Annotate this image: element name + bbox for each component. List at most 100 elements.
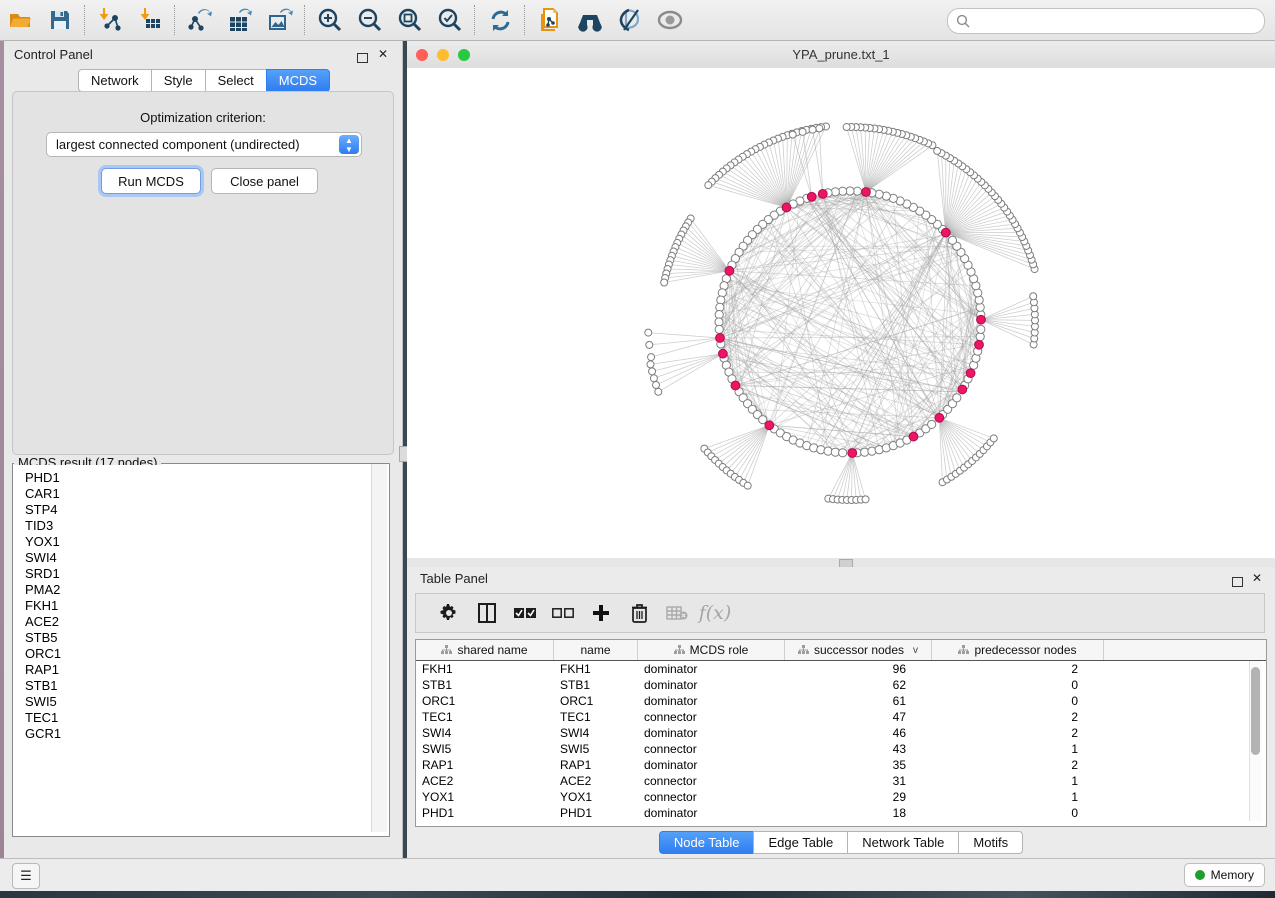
table-cell: 0 [932,694,1104,708]
show-all-button[interactable] [650,3,690,37]
column-header-predecessor-nodes[interactable]: predecessor nodes [932,640,1104,660]
network-canvas[interactable] [407,68,1275,558]
search-box[interactable] [947,8,1265,34]
float-panel-icon[interactable] [357,50,368,68]
table-row[interactable]: SWI5SWI5connector431 [416,741,1266,757]
memory-button[interactable]: Memory [1184,863,1265,887]
table-row[interactable]: RAP1RAP1dominator352 [416,757,1266,773]
table-cell: 47 [785,710,932,724]
table-row[interactable]: SWI4SWI4dominator462 [416,725,1266,741]
show-log-button[interactable]: ☰ [12,863,40,889]
list-item[interactable]: YOX1 [25,534,383,550]
close-panel-button[interactable]: Close panel [211,168,318,194]
list-item[interactable]: GCR1 [25,726,383,742]
table-row[interactable]: PHD1PHD1dominator180 [416,805,1266,821]
list-item[interactable]: ACE2 [25,614,383,630]
new-network-from-selection-button[interactable] [530,3,570,37]
table-cell: 1 [932,774,1104,788]
mcds-result-list: PHD1 CAR1 STP4 TID3 YOX1 SWI4 SRD1 PMA2 … [13,465,383,836]
table-row[interactable]: STB1STB1dominator620 [416,677,1266,693]
table-row[interactable]: TEC1TEC1connector472 [416,709,1266,725]
first-neighbors-button[interactable] [570,3,610,37]
horizontal-splitter[interactable] [407,558,1275,567]
table-cell: SWI4 [416,726,554,740]
zoom-out-button[interactable] [350,3,390,37]
refresh-layout-button[interactable] [480,3,520,37]
deselect-all-button[interactable] [544,598,582,628]
table-cell: dominator [638,726,785,740]
table-cell: 2 [932,726,1104,740]
list-item[interactable]: TID3 [25,518,383,534]
table-cell: 96 [785,662,932,676]
export-network-icon [187,7,213,33]
scrollbar-thumb[interactable] [1251,667,1260,755]
list-item[interactable]: TEC1 [25,710,383,726]
table-row[interactable]: YOX1YOX1connector291 [416,789,1266,805]
control-panel-title: Control Panel [14,47,93,62]
list-item[interactable]: ORC1 [25,646,383,662]
mcds-list-scrollbar[interactable] [371,464,387,832]
table-cell: connector [638,774,785,788]
columns-icon [478,603,496,623]
table-cell: SWI5 [554,742,638,756]
tab-network-table[interactable]: Network Table [847,831,959,854]
import-table-button[interactable] [130,3,170,37]
table-row[interactable]: ACE2ACE2connector311 [416,773,1266,789]
list-item[interactable]: RAP1 [25,662,383,678]
save-session-button[interactable] [40,3,80,37]
show-columns-button[interactable] [468,598,506,628]
criterion-dropdown[interactable]: largest connected component (undirected)… [46,132,362,157]
add-row-button[interactable] [582,598,620,628]
tab-edge-table[interactable]: Edge Table [753,831,848,854]
close-panel-icon[interactable]: ✕ [378,49,388,59]
table-scrollbar[interactable] [1249,661,1262,821]
table-cell: RAP1 [416,758,554,772]
list-item[interactable]: SWI4 [25,550,383,566]
zoom-fit-button[interactable] [390,3,430,37]
list-item[interactable]: CAR1 [25,486,383,502]
tab-node-table[interactable]: Node Table [659,831,755,854]
tab-motifs[interactable]: Motifs [958,831,1023,854]
tab-select[interactable]: Select [205,69,267,92]
list-item[interactable]: PHD1 [25,470,383,486]
list-item[interactable]: FKH1 [25,598,383,614]
close-panel-icon[interactable]: ✕ [1252,573,1262,583]
import-network-button[interactable] [90,3,130,37]
column-header-shared-name[interactable]: shared name [416,640,554,660]
select-all-button[interactable] [506,598,544,628]
search-input[interactable] [976,13,1256,29]
attribute-icon [958,645,969,655]
float-panel-icon[interactable] [1232,574,1243,592]
network-document-icon [537,7,563,33]
column-settings-button[interactable] [430,598,468,628]
list-item[interactable]: SWI5 [25,694,383,710]
list-item[interactable]: STB1 [25,678,383,694]
list-item[interactable]: STP4 [25,502,383,518]
toolbar-separator [84,5,86,35]
column-header-mcds-role[interactable]: MCDS role [638,640,785,660]
run-mcds-button[interactable]: Run MCDS [101,168,201,194]
open-file-button[interactable] [0,3,40,37]
tab-style[interactable]: Style [151,69,206,92]
export-network-button[interactable] [180,3,220,37]
column-header-successor-nodes[interactable]: successor nodes v [785,640,932,660]
list-item[interactable]: PMA2 [25,582,383,598]
export-table-button[interactable] [220,3,260,37]
list-item[interactable]: SRD1 [25,566,383,582]
hide-selected-button[interactable] [610,3,650,37]
export-table-icon [227,7,253,33]
export-image-button[interactable] [260,3,300,37]
column-header-name[interactable]: name [554,640,638,660]
table-row[interactable]: FKH1FKH1dominator962 [416,661,1266,677]
zoom-selected-button[interactable] [430,3,470,37]
delete-row-button[interactable] [620,598,658,628]
network-graph[interactable] [407,68,1275,558]
table-row[interactable]: ORC1ORC1dominator610 [416,693,1266,709]
toolbar-separator [304,5,306,35]
zoom-in-button[interactable] [310,3,350,37]
search-icon [956,14,970,28]
table-cell: 35 [785,758,932,772]
tab-mcds[interactable]: MCDS [266,69,330,92]
list-item[interactable]: STB5 [25,630,383,646]
tab-network[interactable]: Network [78,69,152,92]
